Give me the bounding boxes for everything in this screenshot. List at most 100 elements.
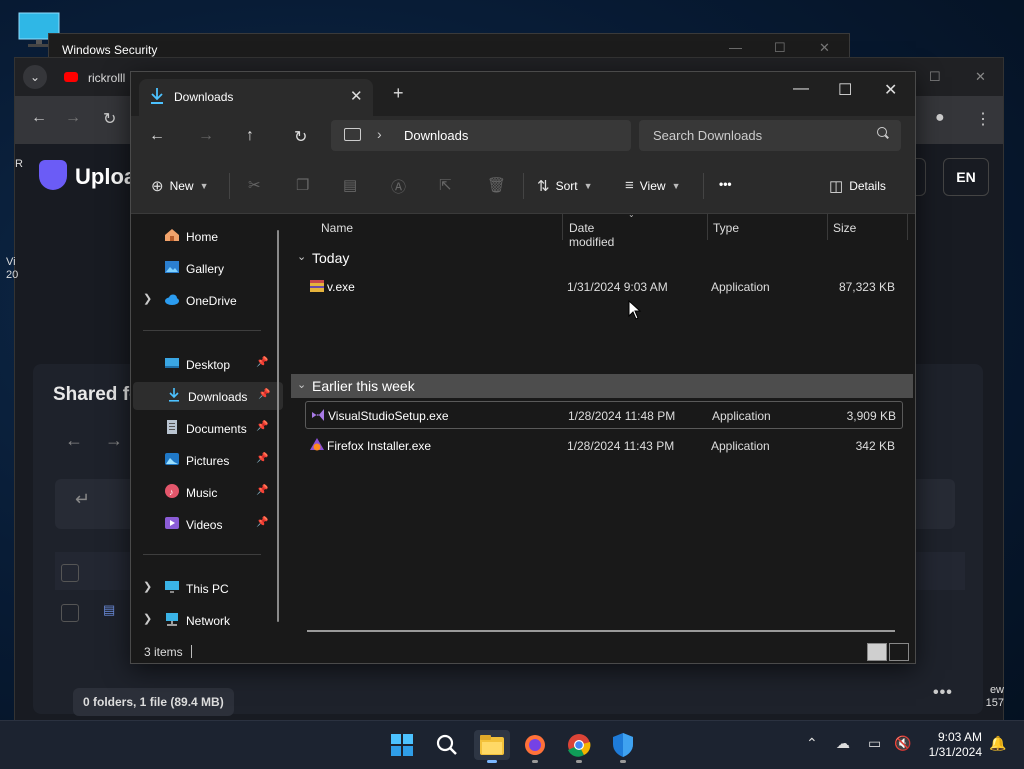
table-row[interactable]: v.exe 1/31/2024 9:03 AM Application 87,3… [305,273,901,299]
chevron-right-icon[interactable]: › [377,126,382,142]
search-placeholder: Search Downloads [653,128,763,143]
pin-icon[interactable]: 📌 [258,389,270,400]
volume-icon[interactable]: 🔇 [894,735,911,752]
menu-icon[interactable]: ⋮ [975,109,991,129]
pin-icon[interactable]: 📌 [256,485,268,496]
window-title: Windows Security [62,43,158,57]
svg-text:♪: ♪ [169,487,174,497]
sidebar-item-home[interactable]: Home [131,222,281,250]
file-explorer-taskbar-icon[interactable] [474,730,510,763]
profile-icon[interactable]: ● [935,109,945,127]
back-icon[interactable]: ← [149,127,165,145]
tab-title: Downloads [174,90,234,104]
tab-downloads[interactable]: Downloads ✕ [139,79,373,116]
copy-icon[interactable]: ❐ [296,176,309,194]
sidebar-item-gallery[interactable]: Gallery [131,254,281,282]
maximize-icon[interactable]: ☐ [838,80,852,100]
sidebar-item-onedrive[interactable]: ❯ OneDrive [131,286,281,314]
horizontal-scrollbar[interactable] [307,630,895,632]
group-header-today[interactable]: ⌄ Today [291,246,913,270]
forward-icon[interactable]: → [105,430,123,451]
pin-icon[interactable]: 📌 [256,453,268,464]
new-tab-icon[interactable]: + [393,83,404,104]
refresh-icon[interactable]: ↻ [294,127,307,147]
browser-tab-title[interactable]: rickrolll [88,71,125,85]
group-header-earlier-this-week[interactable]: ⌄ Earlier this week [291,374,913,398]
close-icon[interactable]: ✕ [975,69,986,85]
chevron-right-icon[interactable]: ❯ [143,580,152,593]
view-button[interactable]: ≡ View ▼ [625,177,680,194]
language-button[interactable]: EN [943,158,989,196]
tiles-view-icon[interactable] [889,643,909,661]
breadcrumb[interactable]: Downloads [404,128,468,143]
tab-search-button[interactable]: ⌄ [23,65,47,89]
clock[interactable]: 9:03 AM 1/31/2024 [922,730,982,760]
chevron-right-icon[interactable]: ❯ [143,292,152,305]
pin-icon[interactable]: 📌 [256,357,268,368]
chevron-up-icon[interactable]: ⌃ [806,735,818,752]
more-options-button[interactable]: ••• [719,177,732,191]
forward-icon[interactable]: → [65,109,81,127]
enter-icon[interactable]: ↵ [75,489,90,510]
maximize-icon[interactable]: ☐ [929,69,941,85]
select-all-checkbox[interactable] [61,564,79,582]
sort-button[interactable]: ⇅ Sort ▼ [537,177,593,195]
sidebar-item-music[interactable]: ♪ Music 📌 [131,478,281,506]
windows-security-icon[interactable] [608,730,638,763]
chevron-right-icon[interactable]: ❯ [143,612,152,625]
chrome-icon[interactable] [564,730,594,763]
pc-icon [165,581,179,593]
site-logo-text: Uploa [75,164,137,189]
details-view-icon[interactable] [867,643,887,661]
start-icon[interactable] [387,730,417,760]
table-row[interactable]: VisualStudioSetup.exe 1/28/2024 11:48 PM… [305,401,903,429]
sidebar-item-downloads[interactable]: Downloads 📌 [133,382,283,410]
side-text: ew 157 [985,684,1004,709]
notification-bell-icon[interactable]: 🔔 [989,735,1006,752]
onedrive-icon[interactable]: ☁ [836,735,850,752]
search-input[interactable]: Search Downloads [639,120,901,151]
minimize-icon[interactable]: — [729,40,742,55]
sidebar-item-desktop[interactable]: Desktop 📌 [131,350,281,378]
pin-icon[interactable]: 📌 [256,421,268,432]
sidebar-item-pictures[interactable]: Pictures 📌 [131,446,281,474]
details-button[interactable]: ◫ Details [829,177,886,195]
cloud-icon [165,294,179,305]
rename-icon[interactable]: Ⓐ [391,176,406,197]
back-icon[interactable]: ← [31,109,47,127]
reload-icon[interactable]: ↻ [103,109,116,129]
forward-icon[interactable]: → [198,127,214,145]
status-bar: 3 items [131,641,915,663]
delete-icon[interactable]: 🗑 [487,176,506,194]
file-explorer-window[interactable]: Downloads ✕ + — ☐ ✕ ← → ↑ ↻ › Downloads … [130,71,916,664]
row-checkbox[interactable] [61,604,79,622]
close-icon[interactable]: ✕ [884,80,897,100]
minimize-icon[interactable]: — [793,80,809,98]
table-row[interactable]: Firefox Installer.exe 1/28/2024 11:43 PM… [305,432,901,458]
chevron-down-icon: ▼ [671,180,681,191]
more-options-icon[interactable]: ••• [933,684,953,702]
share-icon[interactable]: ⇱ [439,176,452,194]
maximize-icon[interactable]: ☐ [774,40,786,56]
chevron-down-icon: ▼ [199,181,209,191]
paste-icon[interactable]: ▤ [343,176,357,194]
close-tab-icon[interactable]: ✕ [350,87,363,105]
new-button[interactable]: ⊕ New ▼ [151,177,209,195]
sidebar-item-this-pc[interactable]: ❯ This PC [131,574,281,602]
nav-scrollbar[interactable] [277,230,279,622]
cut-icon[interactable]: ✂ [248,176,261,194]
network-icon[interactable]: ▭ [868,735,881,752]
up-icon[interactable]: ↑ [246,127,254,145]
address-bar[interactable]: › Downloads [331,120,631,151]
sidebar-item-documents[interactable]: Documents 📌 [131,414,281,442]
search-icon[interactable] [432,730,462,760]
back-icon[interactable]: ← [65,430,83,451]
firefox-icon[interactable] [520,730,550,763]
taskbar: ⌃ ☁ ▭ 🔇 9:03 AM 1/31/2024 🔔 [0,720,1024,769]
pin-icon[interactable]: 📌 [256,517,268,528]
view-icon: ≡ [625,177,634,194]
pc-icon [344,128,361,141]
close-icon[interactable]: ✕ [819,40,830,56]
sidebar-item-videos[interactable]: Videos 📌 [131,510,281,538]
sidebar-item-network[interactable]: ❯ Network [131,606,281,634]
